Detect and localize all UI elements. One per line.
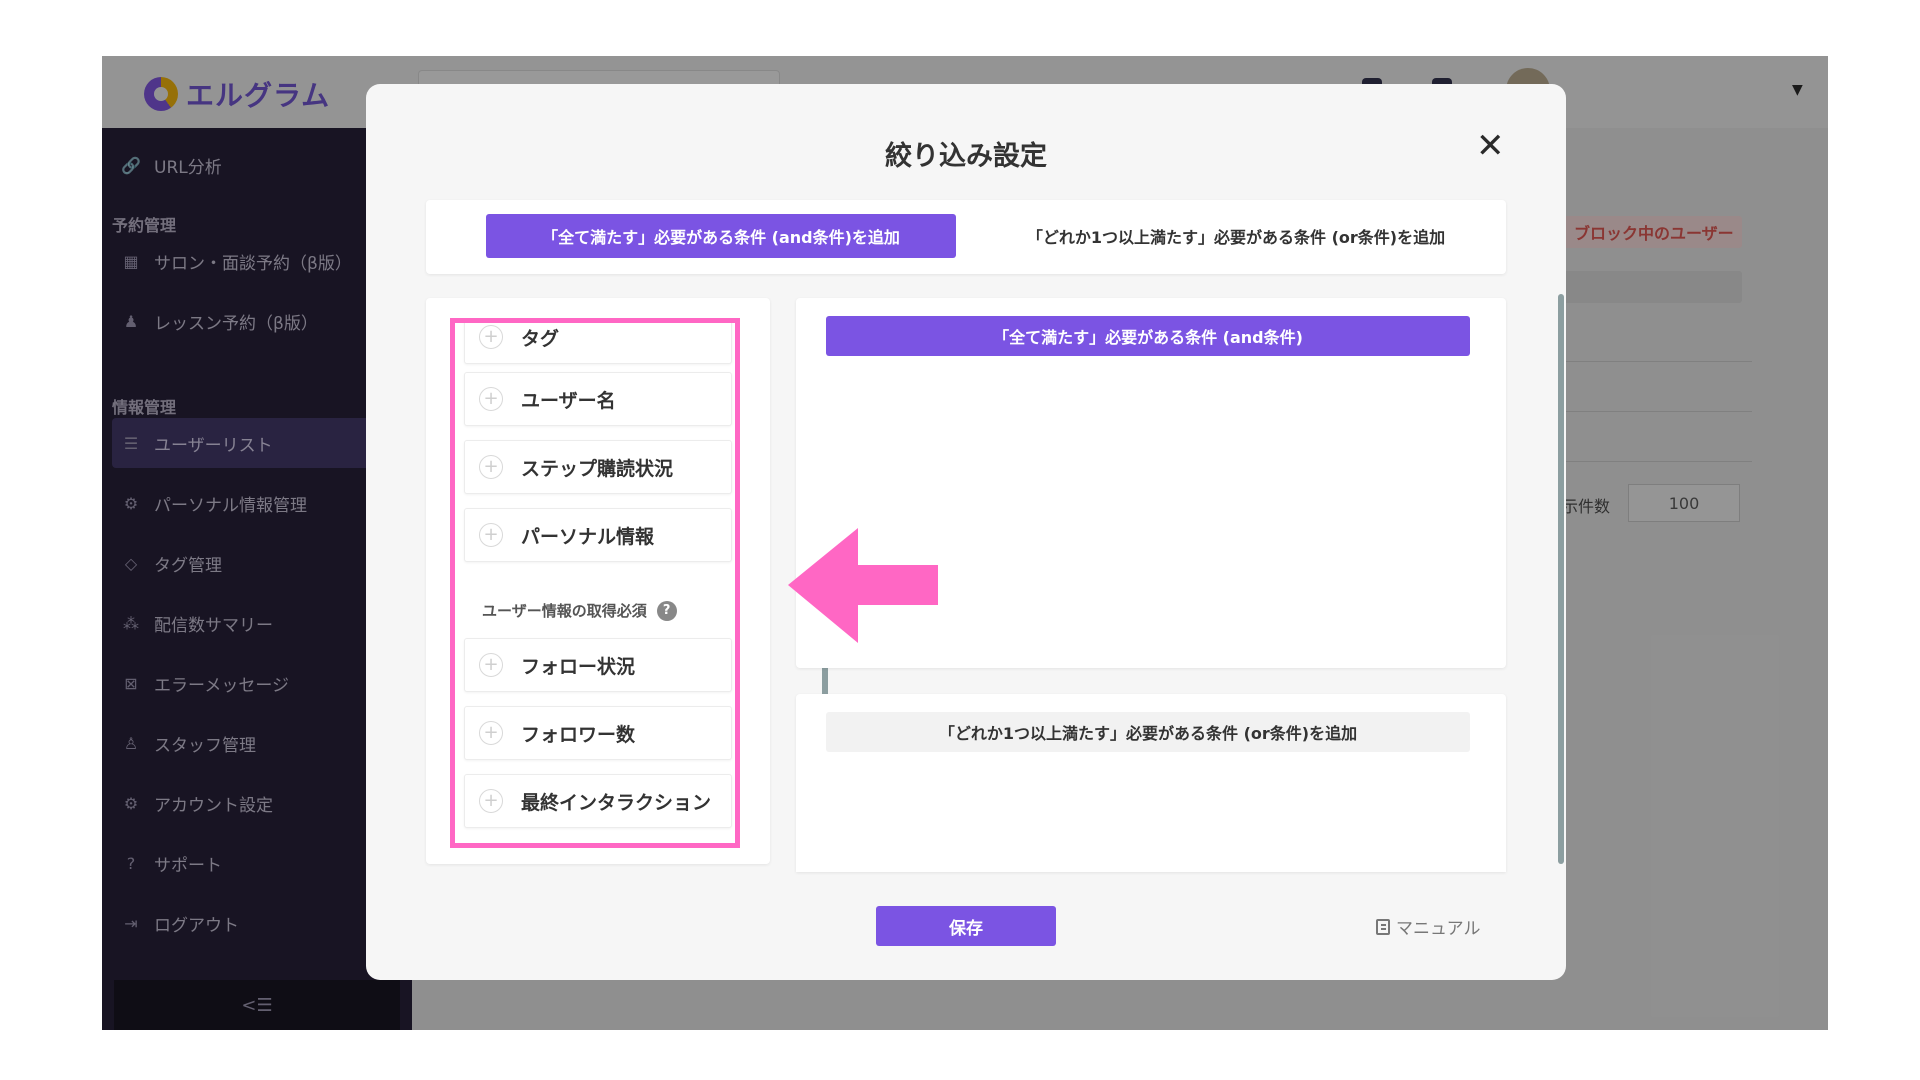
condition-item-username[interactable]: + ユーザー名 xyxy=(464,372,732,426)
manual-link[interactable]: マニュアル xyxy=(1376,914,1481,939)
condition-item-step-subscription[interactable]: + ステップ購読状況 xyxy=(464,440,732,494)
manual-book-icon xyxy=(1376,918,1390,935)
help-icon[interactable]: ? xyxy=(656,600,677,621)
condition-list-panel: + タグ + ユーザー名 + ステップ購読状況 + パーソナル情報 ユーザー情報… xyxy=(426,298,828,864)
condition-label: ステップ購読状況 xyxy=(521,457,674,480)
modal-title: 絞り込み設定 xyxy=(885,141,1047,172)
filter-settings-modal: 絞り込み設定 ✕ 「全て満たす」必要がある条件 (and条件)を追加 「どれか1… xyxy=(366,84,1566,980)
condition-tabs: 「全て満たす」必要がある条件 (and条件)を追加 「どれか1つ以上満たす」必要… xyxy=(426,200,1506,274)
and-condition-header: 「全て満たす」必要がある条件 (and条件) xyxy=(826,316,1470,356)
plus-circle-icon: + xyxy=(479,653,503,677)
subsection-label: ユーザー情報の取得必須 xyxy=(482,602,647,620)
condition-label: タグ xyxy=(521,327,560,350)
plus-circle-icon: + xyxy=(479,325,503,349)
condition-label: フォロー状況 xyxy=(521,655,636,678)
plus-circle-icon: + xyxy=(479,523,503,547)
modal-scrollbar[interactable] xyxy=(1558,294,1564,864)
condition-label: パーソナル情報 xyxy=(521,525,655,548)
manual-label: マニュアル xyxy=(1396,919,1481,939)
condition-label: 最終インタラクション xyxy=(521,791,712,814)
condition-list: + タグ + ユーザー名 + ステップ購読状況 + パーソナル情報 ユーザー情報… xyxy=(450,318,740,848)
plus-circle-icon: + xyxy=(479,387,503,411)
plus-circle-icon: + xyxy=(479,455,503,479)
close-icon[interactable]: ✕ xyxy=(1476,126,1505,166)
condition-label: フォロワー数 xyxy=(521,723,636,746)
save-button[interactable]: 保存 xyxy=(876,906,1056,946)
plus-circle-icon: + xyxy=(479,789,503,813)
condition-item-personal-info[interactable]: + パーソナル情報 xyxy=(464,508,732,562)
plus-circle-icon: + xyxy=(479,721,503,745)
tab-and-condition[interactable]: 「全て満たす」必要がある条件 (and条件)を追加 xyxy=(486,214,956,258)
or-condition-panel: 「どれか1つ以上満たす」必要がある条件 (or条件)を追加 xyxy=(796,694,1506,872)
condition-item-follower-count[interactable]: + フォロワー数 xyxy=(464,706,732,760)
condition-item-follow-status[interactable]: + フォロー状況 xyxy=(464,638,732,692)
condition-item-tag[interactable]: + タグ xyxy=(464,318,732,364)
required-user-info-heading: ユーザー情報の取得必須 ? xyxy=(482,600,677,621)
condition-label: ユーザー名 xyxy=(521,389,616,412)
pointer-arrow-icon xyxy=(788,528,938,643)
condition-item-last-interaction[interactable]: + 最終インタラクション xyxy=(464,774,732,828)
add-or-condition-button[interactable]: 「どれか1つ以上満たす」必要がある条件 (or条件)を追加 xyxy=(826,712,1470,752)
tab-or-condition[interactable]: 「どれか1つ以上満たす」必要がある条件 (or条件)を追加 xyxy=(1001,214,1471,258)
